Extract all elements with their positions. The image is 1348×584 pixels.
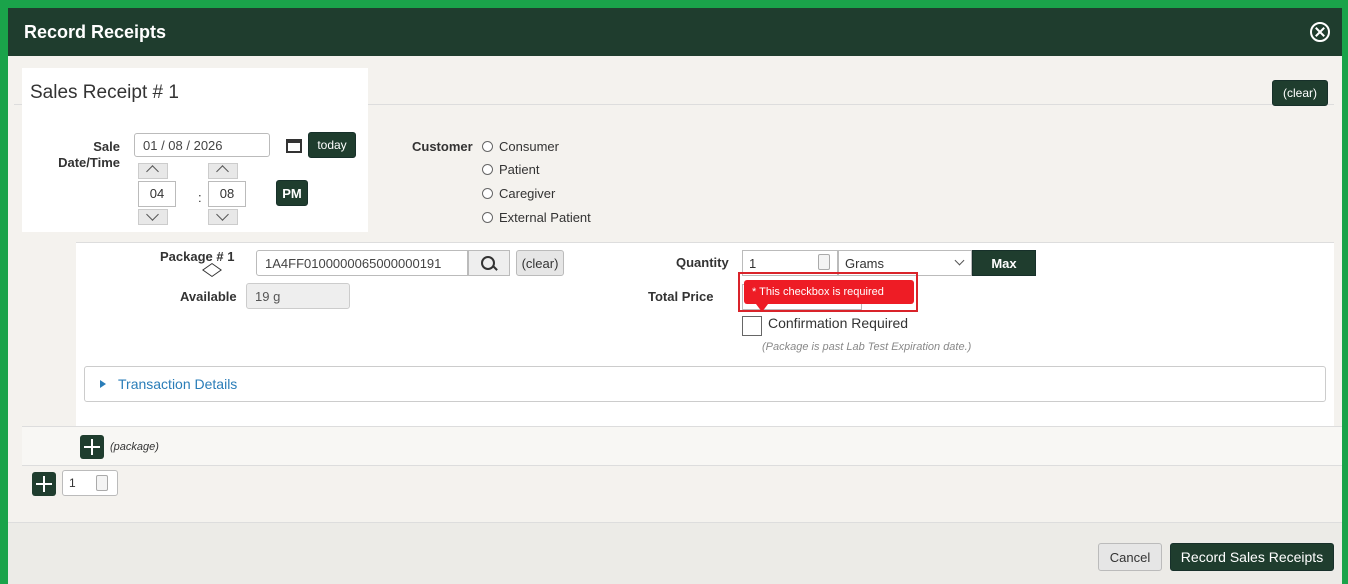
customer-option-patient[interactable]: Patient (482, 162, 539, 182)
transaction-details-bar[interactable] (84, 366, 1326, 402)
record-sales-receipts-button[interactable]: Record Sales Receipts (1170, 543, 1334, 571)
tooltip-tail (756, 304, 768, 312)
customer-option-consumer[interactable]: Consumer (482, 139, 559, 159)
add-package-hint: (package) (110, 441, 159, 453)
quantity-label: Quantity (676, 255, 729, 270)
time-separator: : (198, 190, 202, 205)
package-label: Package # 1 (160, 249, 235, 264)
clear-receipt-button[interactable]: (clear) (1272, 80, 1328, 106)
hour-input[interactable]: 04 (138, 181, 176, 207)
receipt-count-stepper[interactable] (96, 475, 108, 491)
today-button[interactable]: today (308, 132, 356, 158)
chevron-up-icon (146, 165, 159, 178)
package-search-button[interactable] (468, 250, 510, 276)
radio-icon[interactable] (482, 141, 493, 152)
max-button[interactable]: Max (972, 250, 1036, 276)
chevron-up-icon (216, 165, 229, 178)
sale-panel (22, 112, 368, 232)
am-pm-toggle[interactable]: PM (276, 180, 308, 206)
quantity-stepper[interactable] (818, 254, 830, 270)
radio-icon[interactable] (482, 164, 493, 175)
add-receipt-button[interactable] (32, 472, 56, 496)
add-package-row (22, 426, 1342, 466)
dialog-titlebar: Record Receipts (8, 8, 1342, 56)
dialog-title: Record Receipts (24, 22, 167, 42)
calendar-icon[interactable] (286, 139, 302, 153)
minute-up-button[interactable] (208, 163, 238, 179)
customer-option-caregiver[interactable]: Caregiver (482, 186, 555, 206)
available-label: Available (180, 289, 237, 304)
transaction-details-link[interactable]: Transaction Details (118, 376, 237, 392)
receipt-count-input[interactable]: 1 (62, 470, 118, 496)
total-price-label: Total Price (648, 289, 714, 304)
minute-input[interactable]: 08 (208, 181, 246, 207)
customer-label: Customer (412, 139, 473, 154)
receipt-title: Sales Receipt # 1 (30, 82, 179, 103)
expand-triangle-icon (100, 380, 106, 388)
chevron-down-icon (216, 208, 229, 221)
hour-up-button[interactable] (138, 163, 168, 179)
confirmation-checkbox[interactable] (742, 316, 762, 336)
minute-down-button[interactable] (208, 208, 238, 225)
sale-date-input[interactable]: 01 / 08 / 2026 (134, 133, 270, 157)
available-value: 19 g (246, 283, 350, 309)
package-clear-button[interactable]: (clear) (516, 250, 564, 276)
sale-datetime-label: Sale Date/Time (58, 139, 120, 170)
customer-option-external-patient[interactable]: External Patient (482, 210, 591, 230)
chevron-down-icon (146, 208, 159, 221)
hour-down-button[interactable] (138, 208, 168, 225)
radio-icon[interactable] (482, 188, 493, 199)
confirmation-label: Confirmation Required (768, 315, 909, 331)
radio-icon[interactable] (482, 212, 493, 223)
add-package-button[interactable] (80, 435, 104, 459)
lab-test-note: (Package is past Lab Test Expiration dat… (762, 341, 972, 353)
package-tag-input[interactable]: 1A4FF0100000065000000191 (256, 250, 468, 276)
close-icon[interactable] (1310, 22, 1330, 42)
error-tooltip: * This checkbox is required (744, 280, 914, 304)
cancel-button[interactable]: Cancel (1098, 543, 1162, 571)
